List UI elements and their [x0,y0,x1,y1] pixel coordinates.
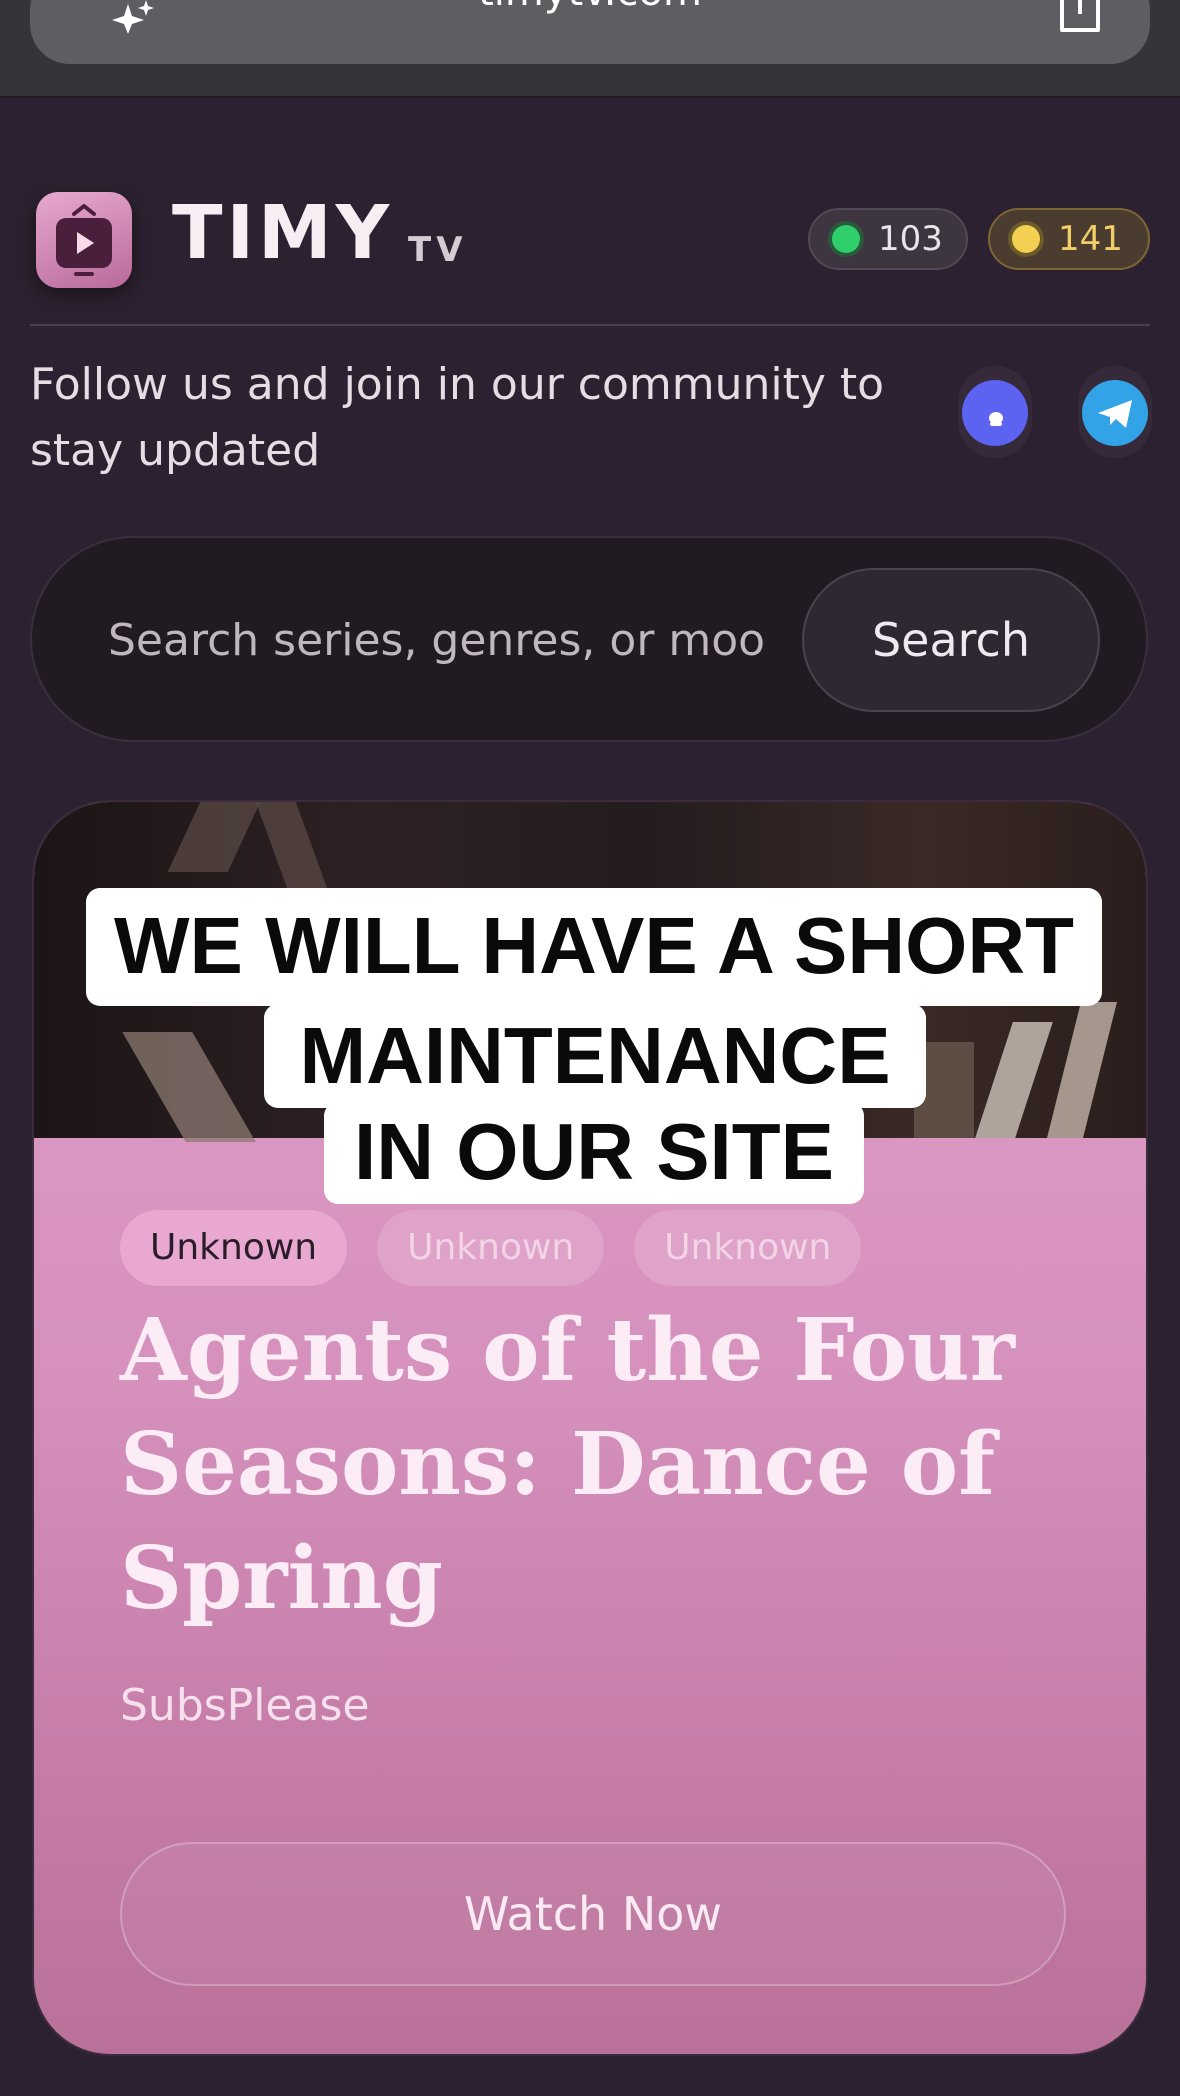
show-title: Agents of the Four Seasons: Dance of Spr… [120,1300,1015,1629]
genre-tag[interactable]: Unknown [377,1210,605,1286]
watch-now-button[interactable]: Watch Now [120,1842,1066,1986]
maintenance-banner-line: IN OUR SITE [324,1102,864,1204]
coin-dot-icon [1012,225,1040,253]
coin-count: 141 [1058,219,1123,259]
address-bar[interactable]: timytv.com [30,0,1150,64]
logo-subtitle: TV [408,230,468,270]
discord-button[interactable] [958,366,1032,458]
release-group: SubsPlease [120,1680,370,1731]
maintenance-banner-line: MAINTENANCE [264,1004,926,1108]
genre-tag[interactable]: Unknown [634,1210,862,1286]
url-text: timytv.com [30,0,1150,12]
header-divider [30,324,1150,326]
site-logo[interactable] [36,192,132,288]
browser-toolbar: timytv.com [0,0,1180,98]
maintenance-banner-line: WE WILL HAVE A SHORT [86,888,1102,1006]
coin-count-badge: 141 [988,208,1150,270]
online-count: 103 [878,219,943,259]
telegram-icon [1082,380,1148,446]
search-button[interactable]: Search [802,568,1100,712]
tv-play-icon [56,204,112,276]
search-bar: Search [30,536,1148,742]
green-dot-icon [832,225,860,253]
share-icon[interactable] [1050,0,1110,34]
community-text: Follow us and join in our community to s… [30,359,885,476]
logo-wordmark: TIMY [172,190,394,276]
genre-tags: Unknown Unknown Unknown [120,1210,862,1286]
telegram-button[interactable] [1078,366,1152,458]
genre-tag[interactable]: Unknown [120,1210,348,1286]
discord-icon [962,380,1028,446]
search-input[interactable] [106,594,790,686]
online-count-badge: 103 [808,208,968,270]
